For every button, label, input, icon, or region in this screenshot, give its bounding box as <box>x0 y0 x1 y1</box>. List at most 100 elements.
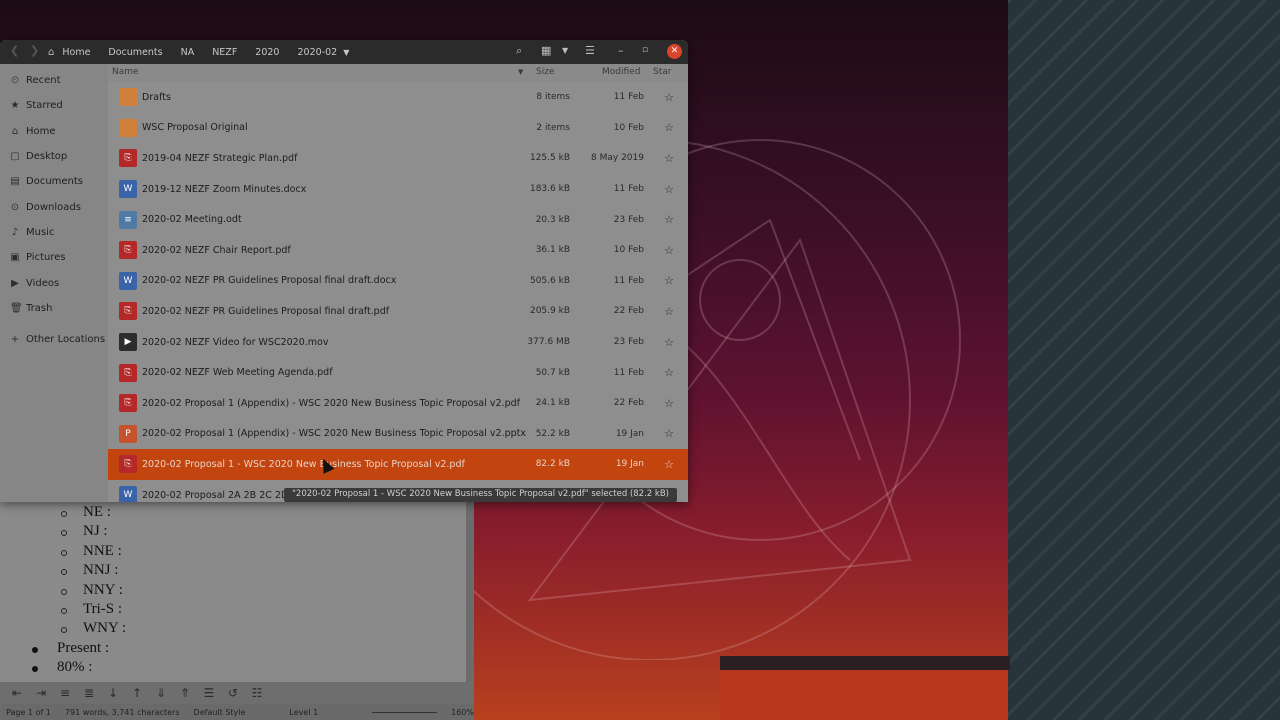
pictures-icon: ▣ <box>10 251 20 263</box>
odt-doc-icon: ≡ <box>119 210 137 229</box>
chevron-down-icon[interactable]: ▼ <box>562 46 568 55</box>
writer-window: NE : NJ : NNE : NNJ : NNY : Tri-S : WNY … <box>0 500 474 720</box>
doc-sub-item: NJ : <box>83 523 108 539</box>
sub-bullet <box>61 589 67 595</box>
star-icon[interactable]: ☆ <box>664 305 674 318</box>
table-row[interactable]: W 2019-12 NEZF Zoom Minutes.docx 183.6 kB 1… <box>108 174 688 205</box>
breadcrumb-2020-02[interactable]: 2020-02 <box>291 47 343 58</box>
file-list: Name ▼ Size Modified Star Drafts 8 items 1… <box>108 64 688 502</box>
zoom-slider[interactable] <box>372 711 438 713</box>
bullets-numbering-icon[interactable]: ☷ <box>250 686 264 700</box>
breadcrumb-nezf[interactable]: NEZF <box>206 47 249 58</box>
table-row[interactable]: Drafts 8 items 11 Feb ☆ <box>108 82 688 113</box>
breadcrumb-2020[interactable]: 2020 <box>249 47 291 58</box>
breadcrumb: ⌂ Home Documents NA NEZF 2020 2020-02 ▼ <box>48 42 349 62</box>
restart-numbering-icon[interactable]: ↺ <box>226 686 240 700</box>
table-row[interactable]: ⎘ 2020-02 NEZF PR Guidelines Proposal fin… <box>108 296 688 327</box>
doc-sub-item: Tri-S : <box>83 601 123 617</box>
file-name: 2020-02 Proposal 2A 2B 2C 2D - ( <box>142 489 302 501</box>
sidebar-item-documents[interactable]: ▤ Documents <box>0 170 108 192</box>
table-row[interactable]: P 2020-02 Proposal 1 (Appendix) - WSC 202… <box>108 419 688 450</box>
column-size[interactable]: Size <box>536 67 554 77</box>
move-up-sub-icon[interactable]: ⇑ <box>178 686 192 700</box>
star-icon: ★ <box>10 99 20 111</box>
document-page[interactable]: NE : NJ : NNE : NNJ : NNY : Tri-S : WNY … <box>0 500 466 682</box>
documents-icon: ▤ <box>10 175 20 187</box>
file-size: 82.2 kB <box>535 459 570 470</box>
column-name[interactable]: Name <box>112 67 139 77</box>
star-icon[interactable]: ☆ <box>664 274 674 287</box>
page-style[interactable]: Default Style <box>194 708 246 717</box>
star-icon[interactable]: ☆ <box>664 183 674 196</box>
star-icon[interactable]: ☆ <box>664 244 674 257</box>
table-row[interactable]: ≡ 2020-02 Meeting.odt 20.3 kB 23 Feb ☆ <box>108 204 688 235</box>
grid-view-icon[interactable]: ▦ <box>541 44 551 57</box>
file-name: 2020-02 NEZF PR Guidelines Proposal fina… <box>142 305 390 317</box>
move-down-icon[interactable]: ↓ <box>106 686 120 700</box>
star-icon[interactable]: ☆ <box>664 121 674 134</box>
desktop-icon: ▢ <box>10 150 20 162</box>
breadcrumb-home[interactable]: Home <box>56 47 102 58</box>
sidebar-item-label: Recent <box>26 74 61 86</box>
star-icon[interactable]: ☆ <box>664 458 674 471</box>
sidebar-item-trash[interactable]: 🗑 Trash <box>0 297 108 319</box>
sidebar-item-starred[interactable]: ★ Starred <box>0 94 108 116</box>
indent-icon[interactable]: ≡ <box>58 686 72 700</box>
star-icon[interactable]: ☆ <box>664 336 674 349</box>
chevron-down-icon[interactable]: ▼ <box>343 48 349 57</box>
sidebar-item-other-locations[interactable]: + Other Locations <box>0 328 108 350</box>
table-row[interactable]: ⎘ 2020-02 Proposal 1 (Appendix) - WSC 202… <box>108 388 688 419</box>
move-down-sub-icon[interactable]: ⇓ <box>154 686 168 700</box>
file-name: 2020-02 NEZF Web Meeting Agenda.pdf <box>142 367 333 379</box>
doc-item: 80% : <box>57 659 93 675</box>
chevron-left-icon[interactable]: ❮ <box>10 44 19 57</box>
file-name: 2020-02 Proposal 1 - WSC 2020 New Busine… <box>142 458 465 470</box>
demote-icon[interactable]: ⇤ <box>10 686 24 700</box>
table-row[interactable]: ⎘ 2020-02 NEZF Chair Report.pdf 36.1 kB 10 … <box>108 235 688 266</box>
table-row[interactable]: W 2020-02 NEZF PR Guidelines Proposal fin… <box>108 266 688 297</box>
outdent-icon[interactable]: ≣ <box>82 686 96 700</box>
chevron-right-icon[interactable]: ❯ <box>30 44 39 57</box>
zoom-level[interactable]: 160% <box>451 708 474 717</box>
star-icon[interactable]: ☆ <box>664 152 674 165</box>
maximize-icon[interactable]: ▫ <box>642 45 648 55</box>
column-modified[interactable]: Modified <box>602 67 640 77</box>
star-icon[interactable]: ☆ <box>664 427 674 440</box>
move-up-icon[interactable]: ↑ <box>130 686 144 700</box>
breadcrumb-documents[interactable]: Documents <box>102 47 174 58</box>
close-icon[interactable]: ✕ <box>667 44 682 59</box>
star-icon[interactable]: ☆ <box>664 366 674 379</box>
document-scrollbar[interactable] <box>466 500 474 682</box>
insert-unnumbered-icon[interactable]: ☰ <box>202 686 216 700</box>
file-modified: 8 May 2019 <box>591 153 644 164</box>
file-size: 52.2 kB <box>535 428 570 439</box>
column-star[interactable]: Star <box>653 67 671 77</box>
table-row[interactable]: ⎘ 2020-02 NEZF Web Meeting Agenda.pdf 50.7… <box>108 357 688 388</box>
table-row[interactable]: ▶ 2020-02 NEZF Video for WSC2020.mov 377.6… <box>108 327 688 358</box>
star-icon[interactable]: ☆ <box>664 91 674 104</box>
breadcrumb-na[interactable]: NA <box>175 47 207 58</box>
star-icon[interactable]: ☆ <box>664 397 674 410</box>
pdf-file-icon: ⎘ <box>119 455 137 474</box>
star-icon[interactable]: ☆ <box>664 213 674 226</box>
sidebar-item-music[interactable]: ♪ Music <box>0 221 108 243</box>
sidebar-item-home[interactable]: ⌂ Home <box>0 120 108 142</box>
sidebar-item-recent[interactable]: ⏲ Recent <box>0 69 108 91</box>
minimize-icon[interactable]: – <box>618 44 624 57</box>
file-size: 2 items <box>536 122 570 133</box>
table-row[interactable]: WSC Proposal Original 2 items 10 Feb ☆ <box>108 113 688 144</box>
sub-bullet <box>61 550 67 556</box>
table-row[interactable]: ⎘ 2020-02 Proposal 1 - WSC 2020 New Busin… <box>108 449 688 480</box>
table-row[interactable]: ⎘ 2019-04 NEZF Strategic Plan.pdf 125.5 kB… <box>108 143 688 174</box>
home-icon[interactable]: ⌂ <box>48 47 54 58</box>
hamburger-icon[interactable]: ☰ <box>585 44 595 57</box>
sidebar-item-videos[interactable]: ▶ Videos <box>0 272 108 294</box>
promote-icon[interactable]: ⇥ <box>34 686 48 700</box>
sidebar-item-desktop[interactable]: ▢ Desktop <box>0 145 108 167</box>
sidebar-item-downloads[interactable]: ⊙ Downloads <box>0 196 108 218</box>
sidebar-item-pictures[interactable]: ▣ Pictures <box>0 246 108 268</box>
search-icon[interactable]: ⌕ <box>516 44 522 58</box>
file-name: Drafts <box>142 91 171 103</box>
pdf-file-icon: ⎘ <box>119 149 137 168</box>
file-name: 2020-02 NEZF PR Guidelines Proposal fina… <box>142 275 397 287</box>
